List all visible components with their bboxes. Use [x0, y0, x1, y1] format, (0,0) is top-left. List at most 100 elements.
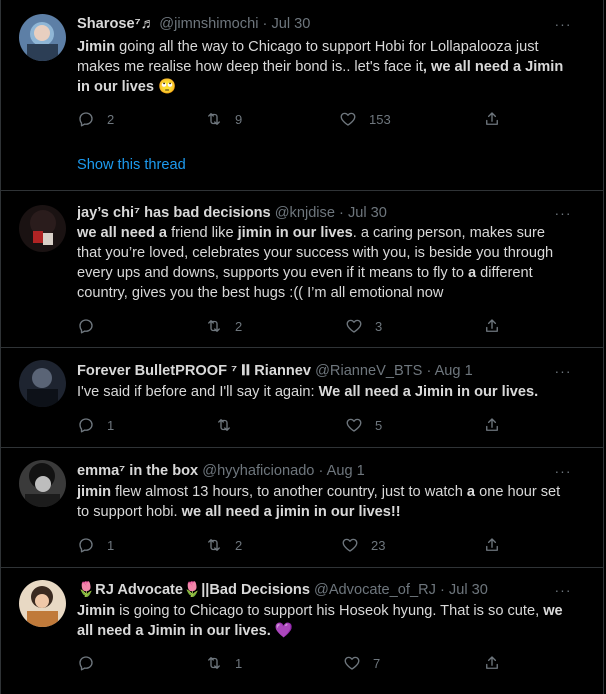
tweet-text-plain: I've said if before and I'll say it agai…: [77, 384, 319, 400]
tweet-text-bold: Jimin: [77, 39, 116, 55]
tweet[interactable]: Sharose⁷♬ @jimnshimochi · Jul 30 ··· Jim…: [0, 0, 604, 191]
reply-icon: [79, 656, 93, 671]
tweet[interactable]: Forever BulletPROOF ⁷ 𝐈𝐈 Riannev @Rianne…: [0, 348, 604, 448]
retweet-button[interactable]: 2: [205, 317, 242, 335]
tweet[interactable]: jay’s chi⁷ has bad decisions @knjdise · …: [0, 191, 604, 348]
tweet-text: Jimin is going to Chicago to support his…: [77, 601, 567, 641]
more-options-icon[interactable]: ···: [553, 464, 573, 483]
reply-icon: [79, 418, 93, 433]
reply-count: 2: [107, 111, 115, 127]
tweet-text: Jimin going all the way to Chicago to su…: [77, 37, 567, 97]
retweet-icon: [208, 657, 220, 669]
retweet-button[interactable]: [215, 416, 245, 434]
reply-icon: [79, 112, 93, 127]
avatar[interactable]: [19, 205, 66, 252]
tweet-text-bold: jimin in our lives: [237, 225, 353, 241]
like-count: 5: [375, 417, 383, 433]
like-count: 23: [371, 537, 386, 553]
share-button[interactable]: [483, 416, 513, 434]
retweet-count: 9: [235, 111, 243, 127]
user-handle[interactable]: @hyyhaficionado: [202, 463, 314, 479]
share-icon: [486, 538, 498, 551]
heart-icon: [340, 112, 356, 126]
tweet-text-bold: a: [468, 265, 477, 281]
like-button[interactable]: 23: [341, 536, 385, 554]
heart-icon: [344, 656, 360, 670]
like-button[interactable]: 5: [345, 416, 382, 434]
avatar[interactable]: [19, 580, 66, 627]
tweet-text-bold: we all need a: [77, 225, 168, 241]
like-count: 153: [369, 111, 391, 127]
tweet[interactable]: emma⁷ in the box @hyyhaficionado · Aug 1…: [0, 448, 604, 568]
display-name[interactable]: Forever BulletPROOF ⁷ 𝐈𝐈 Riannev: [77, 363, 311, 379]
heart-icon: [342, 538, 358, 552]
more-options-icon[interactable]: ···: [553, 583, 573, 602]
tweet-date[interactable]: Jul 30: [271, 16, 310, 32]
display-name[interactable]: jay’s chi⁷ has bad decisions: [77, 205, 271, 221]
more-options-icon[interactable]: ···: [553, 364, 573, 383]
tweet-date[interactable]: Jul 30: [348, 205, 387, 221]
tweet-header: 🌷RJ Advocate🌷||Bad Decisions @Advocate_o…: [77, 581, 553, 599]
tweet-date[interactable]: Aug 1: [435, 363, 473, 379]
tweet-header: Sharose⁷♬ @jimnshimochi · Jul 30: [77, 15, 553, 33]
reply-button[interactable]: [77, 654, 107, 672]
retweet-count: 2: [235, 537, 243, 553]
share-icon: [486, 418, 498, 431]
reply-button[interactable]: 1: [77, 536, 114, 554]
tweet-text-bold: Jimin: [77, 603, 116, 619]
separator-dot: ·: [439, 582, 445, 598]
separator-dot: ·: [339, 205, 344, 221]
like-count: 7: [373, 655, 381, 671]
avatar[interactable]: [19, 14, 66, 61]
tweet-text: we all need a friend like jimin in our l…: [77, 223, 567, 303]
tweet-date[interactable]: Aug 1: [327, 463, 365, 479]
user-handle[interactable]: @Advocate_of_RJ: [314, 582, 436, 598]
reply-button[interactable]: [77, 317, 107, 335]
retweet-button[interactable]: 9: [205, 110, 242, 128]
heart-icon: [346, 319, 362, 333]
tweet-text: I've said if before and I'll say it agai…: [77, 382, 567, 402]
like-button[interactable]: 153: [339, 110, 391, 128]
user-handle[interactable]: @knjdise: [275, 205, 335, 221]
share-button[interactable]: [483, 110, 513, 128]
purple-heart-emoji: 💜: [270, 623, 294, 639]
display-name[interactable]: Sharose⁷♬: [77, 16, 155, 32]
reply-count: 1: [107, 537, 115, 553]
retweet-icon: [208, 320, 220, 332]
reply-button[interactable]: 2: [77, 110, 114, 128]
show-thread-link[interactable]: Show this thread: [77, 156, 186, 174]
share-button[interactable]: [483, 654, 513, 672]
user-handle[interactable]: @jimnshimochi: [159, 16, 258, 32]
tweet[interactable]: 🌷RJ Advocate🌷||Bad Decisions @Advocate_o…: [0, 568, 604, 694]
display-name[interactable]: emma⁷ in the box: [77, 463, 198, 479]
tweet-date[interactable]: Jul 30: [449, 582, 488, 598]
retweet-button[interactable]: 2: [205, 536, 242, 554]
like-count: 3: [375, 318, 383, 334]
reply-button[interactable]: 1: [77, 416, 114, 434]
like-button[interactable]: 7: [343, 654, 380, 672]
tweet-text-bold: we all need a jimin in our lives!!: [181, 504, 401, 520]
share-icon: [486, 656, 498, 669]
share-button[interactable]: [483, 536, 513, 554]
separator-dot: ·: [318, 463, 324, 479]
more-options-icon[interactable]: ···: [553, 17, 573, 36]
share-icon: [486, 319, 498, 332]
separator-dot: ·: [426, 363, 432, 379]
tweet-feed: Sharose⁷♬ @jimnshimochi · Jul 30 ··· Jim…: [0, 0, 606, 694]
avatar[interactable]: [19, 360, 66, 407]
tweet-actions: 1 2 23: [77, 536, 567, 554]
display-name[interactable]: 🌷RJ Advocate🌷||Bad Decisions: [77, 582, 310, 598]
tweet-actions: 1 7: [77, 654, 567, 672]
heart-icon: [346, 418, 362, 432]
tweet-text-plain: is going to Chicago to support his Hoseo…: [115, 603, 544, 619]
separator-dot: ·: [262, 16, 268, 32]
retweet-count: 1: [235, 655, 243, 671]
retweet-icon: [208, 113, 220, 125]
tweet-header: emma⁷ in the box @hyyhaficionado · Aug 1: [77, 462, 553, 480]
retweet-count: 2: [235, 318, 243, 334]
retweet-button[interactable]: 1: [205, 654, 242, 672]
like-button[interactable]: 3: [345, 317, 382, 335]
user-handle[interactable]: @RianneV_BTS: [315, 363, 422, 379]
avatar[interactable]: [19, 460, 66, 507]
share-button[interactable]: [483, 317, 513, 335]
